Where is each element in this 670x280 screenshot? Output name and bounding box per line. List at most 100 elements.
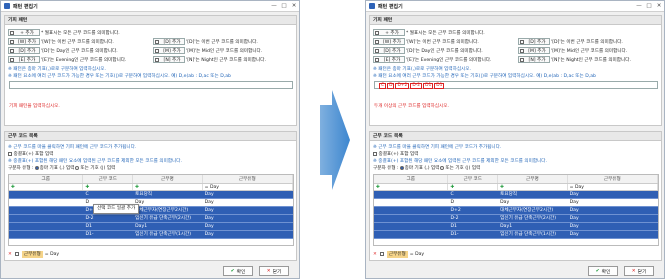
token-desc: '[D]'는 Day인 근무 코드를 의미합니다. — [406, 48, 483, 54]
window-title: 패턴 편집기 — [13, 3, 38, 10]
add-day-token-button[interactable]: [D] 추가 — [373, 47, 405, 54]
add-w-token-button[interactable]: [W] 추가 — [8, 38, 40, 45]
close-icon: ✕ — [266, 268, 271, 274]
pattern-note-1: ※ 패턴은 종마 기표(,)로로 구분하여 입력하십시오. — [373, 67, 471, 72]
minimize-button[interactable]: — — [269, 3, 279, 9]
token-desc: '[E]'는 Evening인 근무 코드를 의미합니다. — [406, 57, 492, 63]
comma-radio[interactable] — [34, 165, 39, 170]
table-row[interactable]: C 토요당직 Day — [9, 191, 293, 199]
token-desc: '[W]'는 이번 근무 코드를 의미합니다. — [406, 39, 479, 45]
table-row[interactable]: D1 Day1 Day — [9, 223, 293, 231]
grid-filter-bar: ✕ 근무유형 = Day — [373, 249, 659, 259]
pattern-note-2: ※ 패턴 요소에 여러 근무 코드가 가능한 경우 또는 기호(|)로 구분하여… — [8, 74, 231, 79]
ok-button[interactable]: ✔ 확인 — [588, 266, 618, 276]
codes-note-1: ※ 근무 코드를 마을 클릭하면 기피 패턴에 근무 코드가 추가됩니다. — [8, 145, 137, 150]
token-desc: * 뭘표시는 모든 근무 코드를 의미합니다. — [41, 30, 120, 36]
token-desc: '[D]'는 Day인 근무 코드를 의미합니다. — [41, 48, 118, 54]
filter-value: = Day — [409, 251, 425, 257]
add-e-token-button[interactable]: [E] 추가 — [8, 56, 40, 63]
grid-header: 그룹 근무 코드 근무명 근무유형 — [374, 175, 658, 184]
table-row[interactable]: C 토요당직 Day — [374, 191, 658, 199]
pattern-section: 기피 패턴 + 추가 * 뭘표시는 모든 근무 코드를 의미합니다. [W] 추가… — [4, 15, 297, 126]
maximize-button[interactable]: □ — [279, 3, 289, 9]
pattern-section-title: 기피 패턴 — [5, 16, 296, 25]
pattern-editor-window-before: 패턴 편집기 — □ ✕ 기피 패턴 + 추가 * 뭘표시는 모든 근무 코드를 … — [0, 0, 300, 279]
title-bar: 패턴 편집기 — □ ✕ — [366, 1, 664, 12]
token-desc: '[M]'는 Mid인 근무 코드를 의미합니다. — [551, 48, 628, 54]
token-desc: '[N]'는 Night인 근무 코드를 의미합니다. — [551, 57, 631, 63]
include-checkbox[interactable]: 중결표(+) 포함 입력 — [8, 151, 53, 157]
ok-button[interactable]: ✔ 확인 — [223, 266, 253, 276]
add-m-token-button[interactable]: [M] 추가 — [153, 47, 185, 54]
filter-enable-checkbox[interactable] — [379, 252, 384, 256]
token-desc: '[E]'는 Evening인 근무 코드를 의미합니다. — [41, 57, 127, 63]
codes-note-2: ※ 중결표(+) 포함된 해당 패턴 요소에 입력된 근무 코드를 제외한 모든… — [8, 159, 182, 164]
check-icon: ✔ — [230, 268, 235, 274]
add-day-token-button[interactable]: [D] 추가 — [8, 47, 40, 54]
codes-section: 근무 코드 목록 ※ 근무 코드를 마을 클릭하면 기피 패턴에 근무 코드가 … — [4, 131, 297, 261]
table-row[interactable]: D1- 임신기 유급 단축근무(1시간) Day — [9, 231, 293, 239]
add-w-token-button[interactable]: [W] 추가 — [373, 38, 405, 45]
codes-note-2: ※ 중결표(+) 포함된 해당 패턴 요소에 입력된 근무 코드를 제외한 모든… — [373, 159, 547, 164]
minimize-button[interactable]: — — [634, 3, 644, 9]
close-button[interactable]: ✕ 닫기 — [624, 266, 654, 276]
comma-radio[interactable] — [399, 165, 404, 170]
codes-section: 근무 코드 목록 ※ 근무 코드를 마을 클릭하면 기피 패턴에 근무 코드가 … — [369, 131, 662, 261]
filter-value: = Day — [44, 251, 60, 257]
close-icon: ✕ — [631, 268, 636, 274]
app-logo-icon — [369, 3, 375, 9]
codes-note-1: ※ 근무 코드를 마을 클릭하면 기피 패턴에 근무 코드가 추가됩니다. — [373, 145, 502, 150]
filter-chip: 근무유형 — [386, 250, 408, 258]
include-checkbox[interactable]: 중결표(+) 포함 입력 — [373, 151, 418, 157]
app-logo-icon — [4, 3, 10, 9]
separator-options: 구분자 유형 : 종마 기표 (,) 입력 또는 기호 (|) 입력 — [373, 165, 481, 171]
table-row[interactable]: D1 Day1 Day — [374, 223, 658, 231]
table-row[interactable]: D-2 임신기 유급 단축근무(2시간) Day — [374, 215, 658, 223]
add-m-token-button[interactable]: [M] 추가 — [518, 47, 550, 54]
token-desc: '[M]'는 Mid인 근무 코드를 의미합니다. — [186, 48, 263, 54]
context-menu-bulk-add[interactable]: 선택 코드 일괄 추가 — [93, 204, 140, 214]
table-row[interactable]: D Day Day — [9, 199, 293, 207]
title-bar: 패턴 편집기 — □ ✕ — [1, 1, 299, 12]
pattern-input[interactable] — [9, 81, 293, 89]
token-desc: * 뭘표시는 모든 근무 코드를 의미합니다. — [406, 30, 485, 36]
add-d-token-button[interactable]: [D] 추가 — [518, 38, 550, 45]
add-n-token-button[interactable]: [N] 추가 — [518, 56, 550, 63]
grid-filter-row[interactable]: ✚ ✚ ✚ = Day — [9, 184, 293, 191]
pattern-editor-window-after: 패턴 편집기 — □ ✕ 기피 패턴 + 추가 * 뭘표시는 모든 근무 코드를 … — [365, 0, 665, 279]
close-button[interactable]: ✕ 닫기 — [259, 266, 289, 276]
pattern-note-1: ※ 패턴은 종마 기표(,)로로 구분하여 입력하십시오. — [8, 67, 106, 72]
pattern-error-message: 두개 이상의 근무 코드를 입력하십시오. — [374, 104, 449, 109]
table-row[interactable]: D1- 임신기 유급 단축근무(1시간) Day — [374, 231, 658, 239]
add-e-token-button[interactable]: [E] 추가 — [373, 56, 405, 63]
transition-arrow-icon — [320, 90, 350, 190]
pattern-error-message: 기피 패턴을 입력하십시오. — [9, 104, 60, 109]
pipe-radio[interactable] — [75, 165, 80, 170]
clear-filter-icon[interactable]: ✕ — [373, 252, 377, 257]
codes-section-title: 근무 코드 목록 — [370, 132, 661, 141]
codes-grid: 그룹 근무 코드 근무명 근무유형 ✚ ✚ ✚ = Day C 토요당직 Day D Day Day… — [373, 174, 659, 246]
filter-enable-checkbox[interactable] — [14, 252, 19, 256]
pipe-radio[interactable] — [440, 165, 445, 170]
add-all-token-button[interactable]: + 추가 — [373, 29, 405, 36]
add-all-token-button[interactable]: + 추가 — [8, 29, 40, 36]
pattern-input[interactable]: C D D+2 D-2 D1 D1 — [374, 81, 658, 89]
clear-filter-icon[interactable]: ✕ — [8, 252, 12, 257]
table-row[interactable]: D-2 임신기 유급 단축근무(2시간) Day — [9, 215, 293, 223]
separator-options: 구분자 유형 : 종마 기표 (,) 입력 또는 기호 (|) 입력 — [8, 165, 116, 171]
table-row[interactable]: D+2 대체근무자(연장근무2시간) Day — [9, 207, 293, 215]
add-d-token-button[interactable]: [D] 추가 — [153, 38, 185, 45]
table-row[interactable]: D Day Day — [374, 199, 658, 207]
close-window-button[interactable]: ✕ — [654, 3, 664, 9]
add-n-token-button[interactable]: [N] 추가 — [153, 56, 185, 63]
codes-grid: 그룹 근무 코드 근무명 근무유형 ✚ ✚ ✚ = Day C 토요당직 Day D Day Day… — [8, 174, 294, 246]
token-desc: '[D]'는 이번 근무 코드를 의미합니다. — [186, 39, 258, 45]
pattern-section: 기피 패턴 + 추가 * 뭘표시는 모든 근무 코드를 의미합니다. [W] 추가… — [369, 15, 662, 126]
window-title: 패턴 편집기 — [378, 3, 403, 10]
token-desc: '[D]'는 이번 근무 코드를 의미합니다. — [551, 39, 623, 45]
table-row[interactable]: D+2 대체근무자(연장근무2시간) Day — [374, 207, 658, 215]
close-window-button[interactable]: ✕ — [289, 3, 299, 9]
grid-filter-bar: ✕ 근무유형 = Day — [8, 249, 294, 259]
grid-filter-row[interactable]: ✚ ✚ ✚ = Day — [374, 184, 658, 191]
maximize-button[interactable]: □ — [644, 3, 654, 9]
